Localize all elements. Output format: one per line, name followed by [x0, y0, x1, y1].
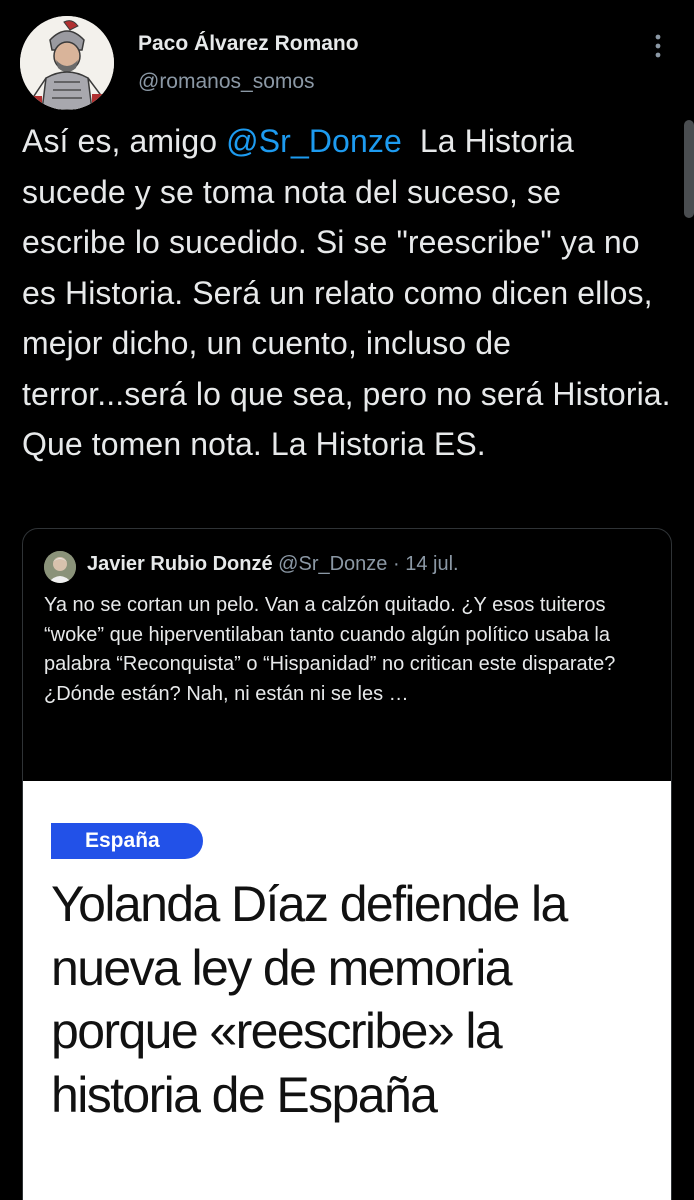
section-tag-label: España: [85, 829, 160, 852]
section-tag: España: [51, 823, 203, 859]
quoted-author-handle[interactable]: @Sr_Donze: [278, 553, 387, 575]
author-handle[interactable]: @romanos_somos: [138, 70, 315, 94]
article-headline: Yolanda Díaz defiende la nueva ley de me…: [51, 876, 568, 1123]
roman-soldier-avatar-icon: [20, 16, 114, 110]
quoted-author-avatar[interactable]: [44, 551, 76, 583]
author-display-name[interactable]: Paco Álvarez Romano: [138, 32, 359, 56]
meta-separator: ·: [387, 553, 406, 575]
person-avatar-icon: [44, 551, 76, 583]
scrollbar-thumb[interactable]: [684, 120, 694, 218]
quoted-tweet-text: Ya no se cortan un pelo. Van a calzón qu…: [44, 594, 616, 705]
mention-link[interactable]: @Sr_Donze: [226, 123, 402, 159]
more-options-icon[interactable]: [644, 30, 672, 62]
quoted-author-name[interactable]: Javier Rubio Donzé: [87, 553, 273, 575]
tweet-text-body: La Historia sucede y se toma nota del su…: [22, 123, 680, 462]
tweet-text: Así es, amigo @Sr_Donze La Historia suce…: [22, 116, 672, 470]
quoted-tweet-date[interactable]: 14 jul.: [405, 553, 458, 575]
author-avatar[interactable]: [20, 16, 114, 110]
quoted-tweet-card[interactable]: Javier Rubio Donzé @Sr_Donze · 14 jul. Y…: [22, 528, 672, 1200]
tweet-text-intro: Así es, amigo: [22, 123, 227, 159]
quoted-tweet-header: Javier Rubio Donzé @Sr_Donze · 14 jul.: [87, 553, 459, 576]
article-preview-image[interactable]: España Yolanda Díaz defiende la nueva le…: [23, 781, 671, 1200]
